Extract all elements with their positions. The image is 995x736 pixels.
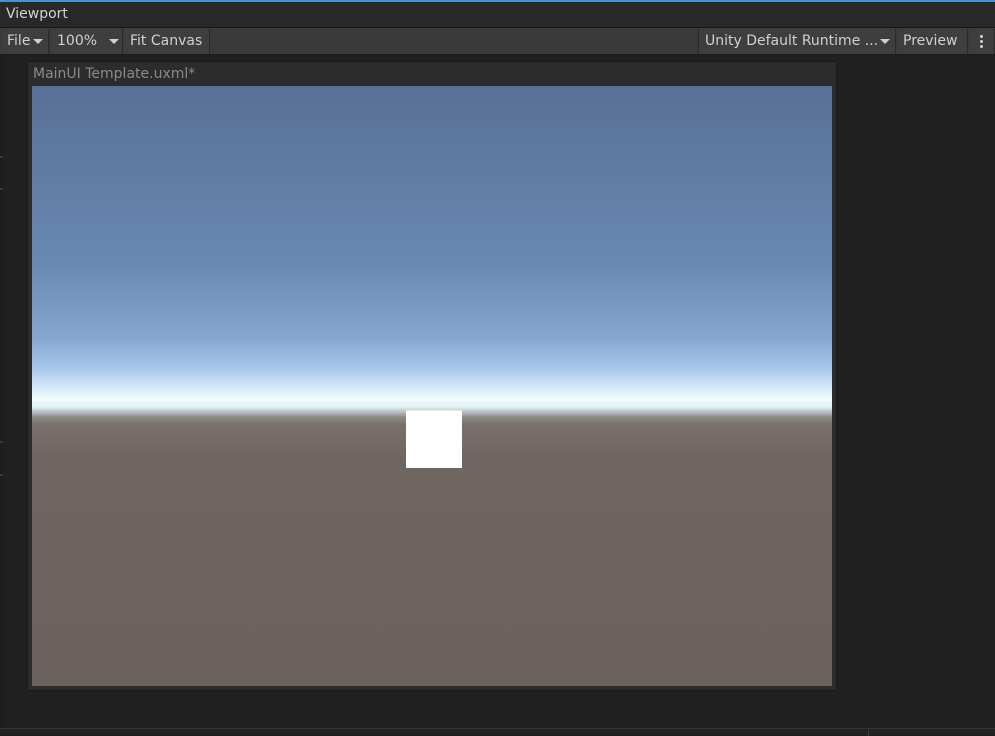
viewport-window: Viewport File 100% Fit Canvas Unity Defa… (0, 0, 995, 736)
scene-cube[interactable] (406, 410, 462, 468)
preview-button[interactable]: Preview (897, 29, 968, 54)
chevron-down-icon (33, 39, 43, 44)
chevron-down-icon (880, 39, 890, 44)
file-menu-button[interactable]: File (1, 29, 49, 54)
fit-canvas-button[interactable]: Fit Canvas (124, 29, 210, 54)
viewport-title-bar: Viewport (0, 2, 995, 28)
more-options-button[interactable] (969, 29, 995, 54)
fit-canvas-label: Fit Canvas (130, 33, 203, 49)
scene-preview[interactable] (32, 86, 832, 686)
file-menu-label: File (7, 33, 31, 49)
viewport-toolbar: File 100% Fit Canvas Unity Default Runti… (0, 28, 995, 55)
bottom-status-bar (0, 728, 995, 736)
canvas-document-title: MainUI Template.uxml* (33, 66, 196, 82)
chevron-down-icon (109, 39, 119, 44)
theme-dropdown[interactable]: Unity Default Runtime ... (698, 29, 896, 54)
left-resize-strip[interactable] (0, 56, 4, 728)
zoom-dropdown[interactable]: 100% (51, 29, 123, 54)
zoom-value: 100% (57, 33, 98, 49)
viewport-title: Viewport (6, 6, 68, 22)
preview-label: Preview (903, 33, 958, 49)
canvas-frame[interactable]: MainUI Template.uxml* (27, 61, 837, 691)
theme-value: Unity Default Runtime ... (705, 33, 877, 49)
